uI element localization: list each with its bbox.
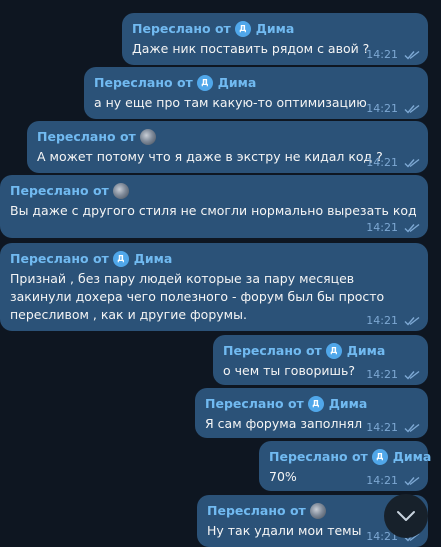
sender-avatar[interactable]: Д [307, 396, 324, 412]
sender-name[interactable]: Дима [347, 343, 386, 359]
sender-avatar[interactable] [309, 503, 326, 519]
forwarded-label: Переслано от [10, 251, 109, 266]
message-meta: 14:21 [366, 421, 420, 434]
message-bubble[interactable]: Переслано от Вы даже с другого стиля не … [0, 175, 428, 238]
double-check-icon [404, 423, 420, 433]
forwarded-header[interactable]: Переслано от Д Дима [205, 396, 418, 412]
forwarded-label: Переслано от [205, 396, 304, 411]
message-time: 14:21 [366, 421, 398, 434]
sender-name[interactable]: Дима [218, 75, 257, 91]
sender-avatar[interactable] [112, 183, 129, 199]
forwarded-header[interactable]: Переслано от Д Дима [10, 251, 418, 267]
forwarded-header[interactable]: Переслано от Д Дима [94, 75, 418, 91]
double-check-icon [404, 223, 420, 233]
message-meta: 14:21 [366, 156, 420, 169]
message-time: 14:21 [366, 474, 398, 487]
forwarded-label: Переслано от [223, 343, 322, 358]
message-meta: 14:21 [366, 221, 420, 234]
sender-avatar[interactable]: Д [196, 75, 213, 91]
message-meta: 14:21 [366, 48, 420, 61]
sender-name[interactable]: Дима [134, 251, 173, 267]
forwarded-header[interactable]: Переслано от Д Дима [223, 343, 418, 359]
message-text: А может потому что я даже в экстру не ки… [37, 149, 383, 164]
sender-avatar[interactable]: Д [325, 343, 342, 359]
sender-name[interactable]: Дима [329, 396, 368, 412]
message-text: Вы даже с другого стиля не смогли нормал… [10, 203, 417, 218]
forwarded-label: Переслано от [207, 503, 306, 518]
sender-avatar[interactable]: Д [371, 449, 388, 465]
double-check-icon [404, 476, 420, 486]
message-meta: 14:21 [366, 368, 420, 381]
forwarded-label: Переслано от [132, 21, 231, 36]
message-time: 14:21 [366, 48, 398, 61]
message-meta: 14:21 [366, 102, 420, 115]
double-check-icon [404, 316, 420, 326]
sender-name[interactable]: Дима [393, 449, 432, 465]
double-check-icon [404, 370, 420, 380]
message-bubble[interactable]: Переслано от А может потому что я даже в… [27, 121, 428, 173]
double-check-icon [404, 104, 420, 114]
double-check-icon [404, 158, 420, 168]
sender-avatar[interactable]: Д [112, 251, 129, 267]
forwarded-header[interactable]: Переслано от Д Дима [132, 21, 418, 37]
forwarded-label: Переслано от [10, 183, 109, 198]
message-bubble[interactable]: Переслано от Д Дима Признай , без пару л… [0, 243, 428, 331]
forwarded-label: Переслано от [37, 129, 136, 144]
sender-avatar[interactable]: Д [234, 21, 251, 37]
double-check-icon [404, 50, 420, 60]
sender-avatar[interactable] [139, 129, 156, 145]
scroll-down-button[interactable] [384, 494, 428, 538]
forwarded-header[interactable]: Переслано от [10, 183, 418, 199]
message-meta: 14:21 [366, 474, 420, 487]
message-text: Признай , без пару людей которые за пару… [10, 271, 385, 322]
forwarded-label: Переслано от [94, 75, 193, 90]
message-time: 14:21 [366, 102, 398, 115]
forwarded-label: Переслано от [269, 449, 368, 464]
message-time: 14:21 [366, 156, 398, 169]
message-bubble[interactable]: Переслано от Д Дима а ну еще про там как… [84, 67, 428, 119]
message-time: 14:21 [366, 368, 398, 381]
sender-name[interactable]: Дима [256, 21, 295, 37]
forwarded-header[interactable]: Переслано от [37, 129, 418, 145]
message-time: 14:21 [366, 221, 398, 234]
chevron-down-icon [397, 511, 415, 521]
message-time: 14:21 [366, 314, 398, 327]
message-bubble[interactable]: Переслано от Д Дима Я сам форума заполня… [195, 388, 428, 438]
message-bubble[interactable]: Переслано от Д Дима Даже ник поставить р… [122, 13, 428, 65]
message-meta: 14:21 [366, 314, 420, 327]
message-bubble[interactable]: Переслано от Д Дима 70% 14:21 [259, 441, 431, 491]
message-bubble[interactable]: Переслано от Д Дима о чем ты говоришь? 1… [213, 335, 428, 385]
forwarded-header[interactable]: Переслано от Д Дима [269, 449, 431, 465]
